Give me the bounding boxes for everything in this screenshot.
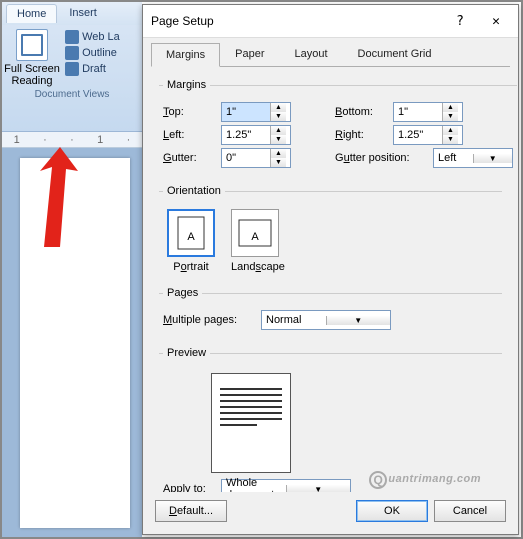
landscape-option[interactable]: A Landscape [231, 209, 285, 273]
apply-to-value: Whole document [222, 477, 286, 492]
draft-button[interactable]: Draft [65, 61, 120, 77]
tab-document-grid[interactable]: Document Grid [343, 42, 447, 66]
margins-group-label: Margins [163, 79, 210, 91]
right-spinner[interactable]: ▲▼ [393, 125, 463, 145]
document-area [2, 148, 142, 537]
dialog-title: Page Setup [151, 14, 214, 28]
portrait-option[interactable]: A Portrait [167, 209, 215, 273]
page-setup-dialog: Page Setup ? ✕ Margins Paper Layout Docu… [142, 4, 519, 535]
default-button[interactable]: Default... [155, 500, 227, 522]
dialog-tabs: Margins Paper Layout Document Grid [143, 38, 518, 66]
top-down[interactable]: ▼ [271, 112, 286, 121]
gutter-spinner[interactable]: ▲▼ [221, 148, 291, 168]
left-label: Left: [163, 129, 213, 141]
help-button[interactable]: ? [446, 11, 474, 31]
dialog-titlebar[interactable]: Page Setup ? ✕ [143, 5, 518, 38]
gutter-down[interactable]: ▼ [271, 158, 286, 167]
preview-group: Preview Apply to: Whole document▼ [159, 347, 502, 492]
full-screen-label-1: Full Screen [4, 63, 60, 75]
close-button[interactable]: ✕ [482, 11, 510, 31]
top-label: Top: [163, 106, 213, 118]
landscape-icon: A [231, 209, 279, 257]
preview-label: Preview [163, 347, 210, 359]
multiple-pages-value: Normal [262, 314, 326, 326]
left-spinner[interactable]: ▲▼ [221, 125, 291, 145]
cancel-button[interactable]: Cancel [434, 500, 506, 522]
gutter-pos-select[interactable]: Left▼ [433, 148, 513, 168]
full-screen-reading-button[interactable]: Full Screen Reading [4, 29, 60, 87]
top-input[interactable] [222, 103, 270, 121]
multiple-pages-label: Multiple pages: [163, 314, 253, 326]
outline-button[interactable]: Outline [65, 45, 120, 61]
margins-group: Margins Top: ▲▼ Bottom: ▲▼ Left: ▲▼ Righ… [159, 79, 517, 181]
top-spinner[interactable]: ▲▼ [221, 102, 291, 122]
pages-group: Pages Multiple pages: Normal▼ [159, 287, 502, 343]
preview-thumbnail [211, 373, 291, 473]
orientation-group: Orientation A Portrait A Landscape [159, 185, 502, 283]
full-screen-label-2: Reading [4, 75, 60, 87]
ribbon-tab-home[interactable]: Home [6, 4, 57, 23]
draft-icon [65, 62, 79, 76]
gutter-label: Gutter: [163, 152, 213, 164]
tab-margins[interactable]: Margins [151, 43, 220, 67]
chevron-down-icon[interactable]: ▼ [326, 316, 391, 325]
svg-text:A: A [187, 231, 195, 243]
horizontal-ruler[interactable]: 1··1· [2, 132, 142, 148]
gutter-up[interactable]: ▲ [271, 149, 286, 158]
portrait-label: Portrait [167, 261, 215, 273]
right-up[interactable]: ▲ [443, 126, 458, 135]
bottom-spinner[interactable]: ▲▼ [393, 102, 463, 122]
bottom-label: Bottom: [335, 106, 385, 118]
orientation-label: Orientation [163, 185, 225, 197]
right-down[interactable]: ▼ [443, 135, 458, 144]
full-screen-icon [16, 29, 48, 61]
bottom-down[interactable]: ▼ [443, 112, 458, 121]
gutter-input[interactable] [222, 149, 270, 167]
tab-paper[interactable]: Paper [220, 42, 279, 66]
ribbon: Home Insert Full Screen Reading Web La O… [2, 2, 142, 132]
right-label: Right: [335, 129, 385, 141]
top-up[interactable]: ▲ [271, 103, 286, 112]
bottom-up[interactable]: ▲ [443, 103, 458, 112]
gutter-pos-label: Gutter position: [335, 152, 425, 164]
outline-icon [65, 46, 79, 60]
svg-text:A: A [251, 231, 259, 243]
landscape-label: Landscape [231, 261, 285, 273]
apply-to-label: Apply to: [163, 483, 213, 492]
tab-layout[interactable]: Layout [279, 42, 342, 66]
apply-to-select[interactable]: Whole document▼ [221, 479, 351, 492]
web-layout-icon [65, 30, 79, 44]
right-input[interactable] [394, 126, 442, 144]
chevron-down-icon[interactable]: ▼ [286, 485, 351, 493]
left-down[interactable]: ▼ [271, 135, 286, 144]
web-layout-button[interactable]: Web La [65, 29, 120, 45]
left-input[interactable] [222, 126, 270, 144]
bottom-input[interactable] [394, 103, 442, 121]
ribbon-tab-insert[interactable]: Insert [59, 4, 107, 23]
portrait-icon: A [167, 209, 215, 257]
document-page[interactable] [20, 158, 130, 528]
left-up[interactable]: ▲ [271, 126, 286, 135]
pages-group-label: Pages [163, 287, 202, 299]
ok-button[interactable]: OK [356, 500, 428, 522]
chevron-down-icon[interactable]: ▼ [473, 154, 513, 163]
gutter-pos-value: Left [434, 152, 473, 164]
ribbon-group-label: Document Views [4, 89, 140, 100]
multiple-pages-select[interactable]: Normal▼ [261, 310, 391, 330]
